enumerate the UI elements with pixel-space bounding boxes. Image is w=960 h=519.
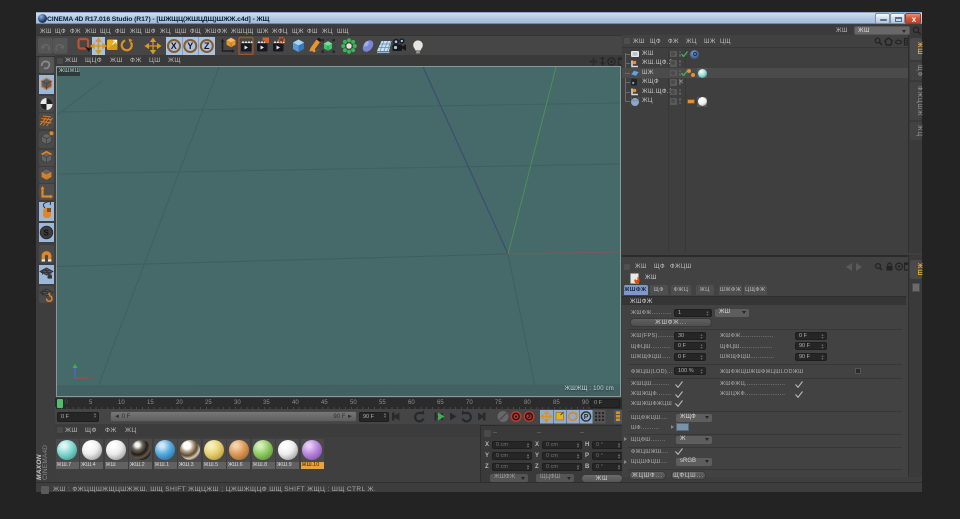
svg-text:Z: Z xyxy=(204,41,210,51)
svg-text:Y: Y xyxy=(187,41,193,51)
svg-text:P: P xyxy=(584,414,589,421)
svg-text:X: X xyxy=(171,41,177,51)
svg-text:x: x xyxy=(90,376,93,382)
svg-text:S: S xyxy=(44,229,50,238)
